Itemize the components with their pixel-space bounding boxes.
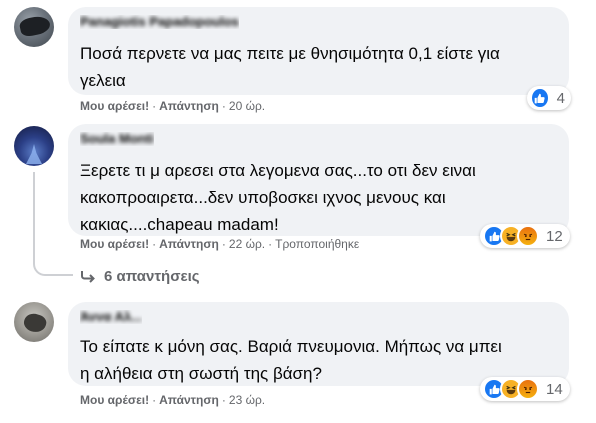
comment-actions: Μου αρέσει! · Απάντηση · 20 ώρ. — [80, 98, 265, 114]
like-icon — [530, 87, 550, 109]
view-replies-button[interactable]: 6 απαντήσεις — [80, 265, 200, 287]
avatar[interactable] — [14, 126, 54, 166]
reaction-count: 12 — [546, 227, 563, 245]
comment-timestamp[interactable]: 20 ώρ. — [229, 99, 265, 113]
reply-link[interactable]: Απάντηση — [159, 99, 219, 113]
separator: · — [152, 237, 157, 251]
comment-bubble: Άννα Αλ... Το είπατε κ μόνη σας. Βαριά π… — [68, 302, 569, 386]
comment-author[interactable]: Soula Monti — [80, 132, 154, 146]
reply-arrow-icon — [81, 271, 95, 283]
like-link[interactable]: Μου αρέσει! — [80, 237, 149, 251]
separator: · — [221, 237, 226, 251]
angry-icon — [517, 378, 539, 400]
avatar[interactable] — [14, 7, 54, 47]
like-link[interactable]: Μου αρέσει! — [80, 393, 149, 407]
comment-bubble: Panagiotis Papadopoulos Ποσά περνετε να … — [68, 7, 569, 95]
reactions-summary[interactable]: 12 — [480, 224, 570, 248]
separator: · — [221, 393, 226, 407]
thread-connector — [33, 244, 73, 276]
reaction-count: 14 — [546, 380, 563, 398]
comment-author[interactable]: Άννα Αλ... — [80, 310, 142, 324]
comment-bubble: Soula Monti Ξερετε τι μ αρεσει στα λεγομ… — [68, 124, 569, 236]
comment-timestamp[interactable]: 23 ώρ. — [229, 393, 265, 407]
like-link[interactable]: Μου αρέσει! — [80, 99, 149, 113]
comment-author[interactable]: Panagiotis Papadopoulos — [80, 15, 239, 29]
reactions-summary[interactable]: 4 — [527, 86, 571, 110]
separator: · — [152, 393, 157, 407]
comment-actions: Μου αρέσει! · Απάντηση · 22 ώρ. · Τροποποιήθηκ… — [80, 236, 359, 252]
edited-label[interactable]: Τροποποιήθηκε — [275, 237, 359, 251]
separator: · — [221, 99, 226, 113]
reactions-summary[interactable]: 14 — [480, 377, 570, 401]
angry-icon — [517, 225, 539, 247]
comment-actions: Μου αρέσει! · Απάντηση · 23 ώρ. — [80, 392, 265, 408]
reply-link[interactable]: Απάντηση — [159, 393, 219, 407]
replies-count-label: 6 απαντήσεις — [104, 267, 200, 285]
reaction-count: 4 — [556, 89, 565, 107]
avatar[interactable] — [14, 302, 54, 342]
separator: · — [152, 99, 157, 113]
reply-link[interactable]: Απάντηση — [159, 237, 219, 251]
comment-timestamp[interactable]: 22 ώρ. — [229, 237, 265, 251]
comment-text: Ποσά περνετε να μας πειτε με θνησιμότητα… — [80, 44, 500, 90]
separator: · — [268, 237, 273, 251]
